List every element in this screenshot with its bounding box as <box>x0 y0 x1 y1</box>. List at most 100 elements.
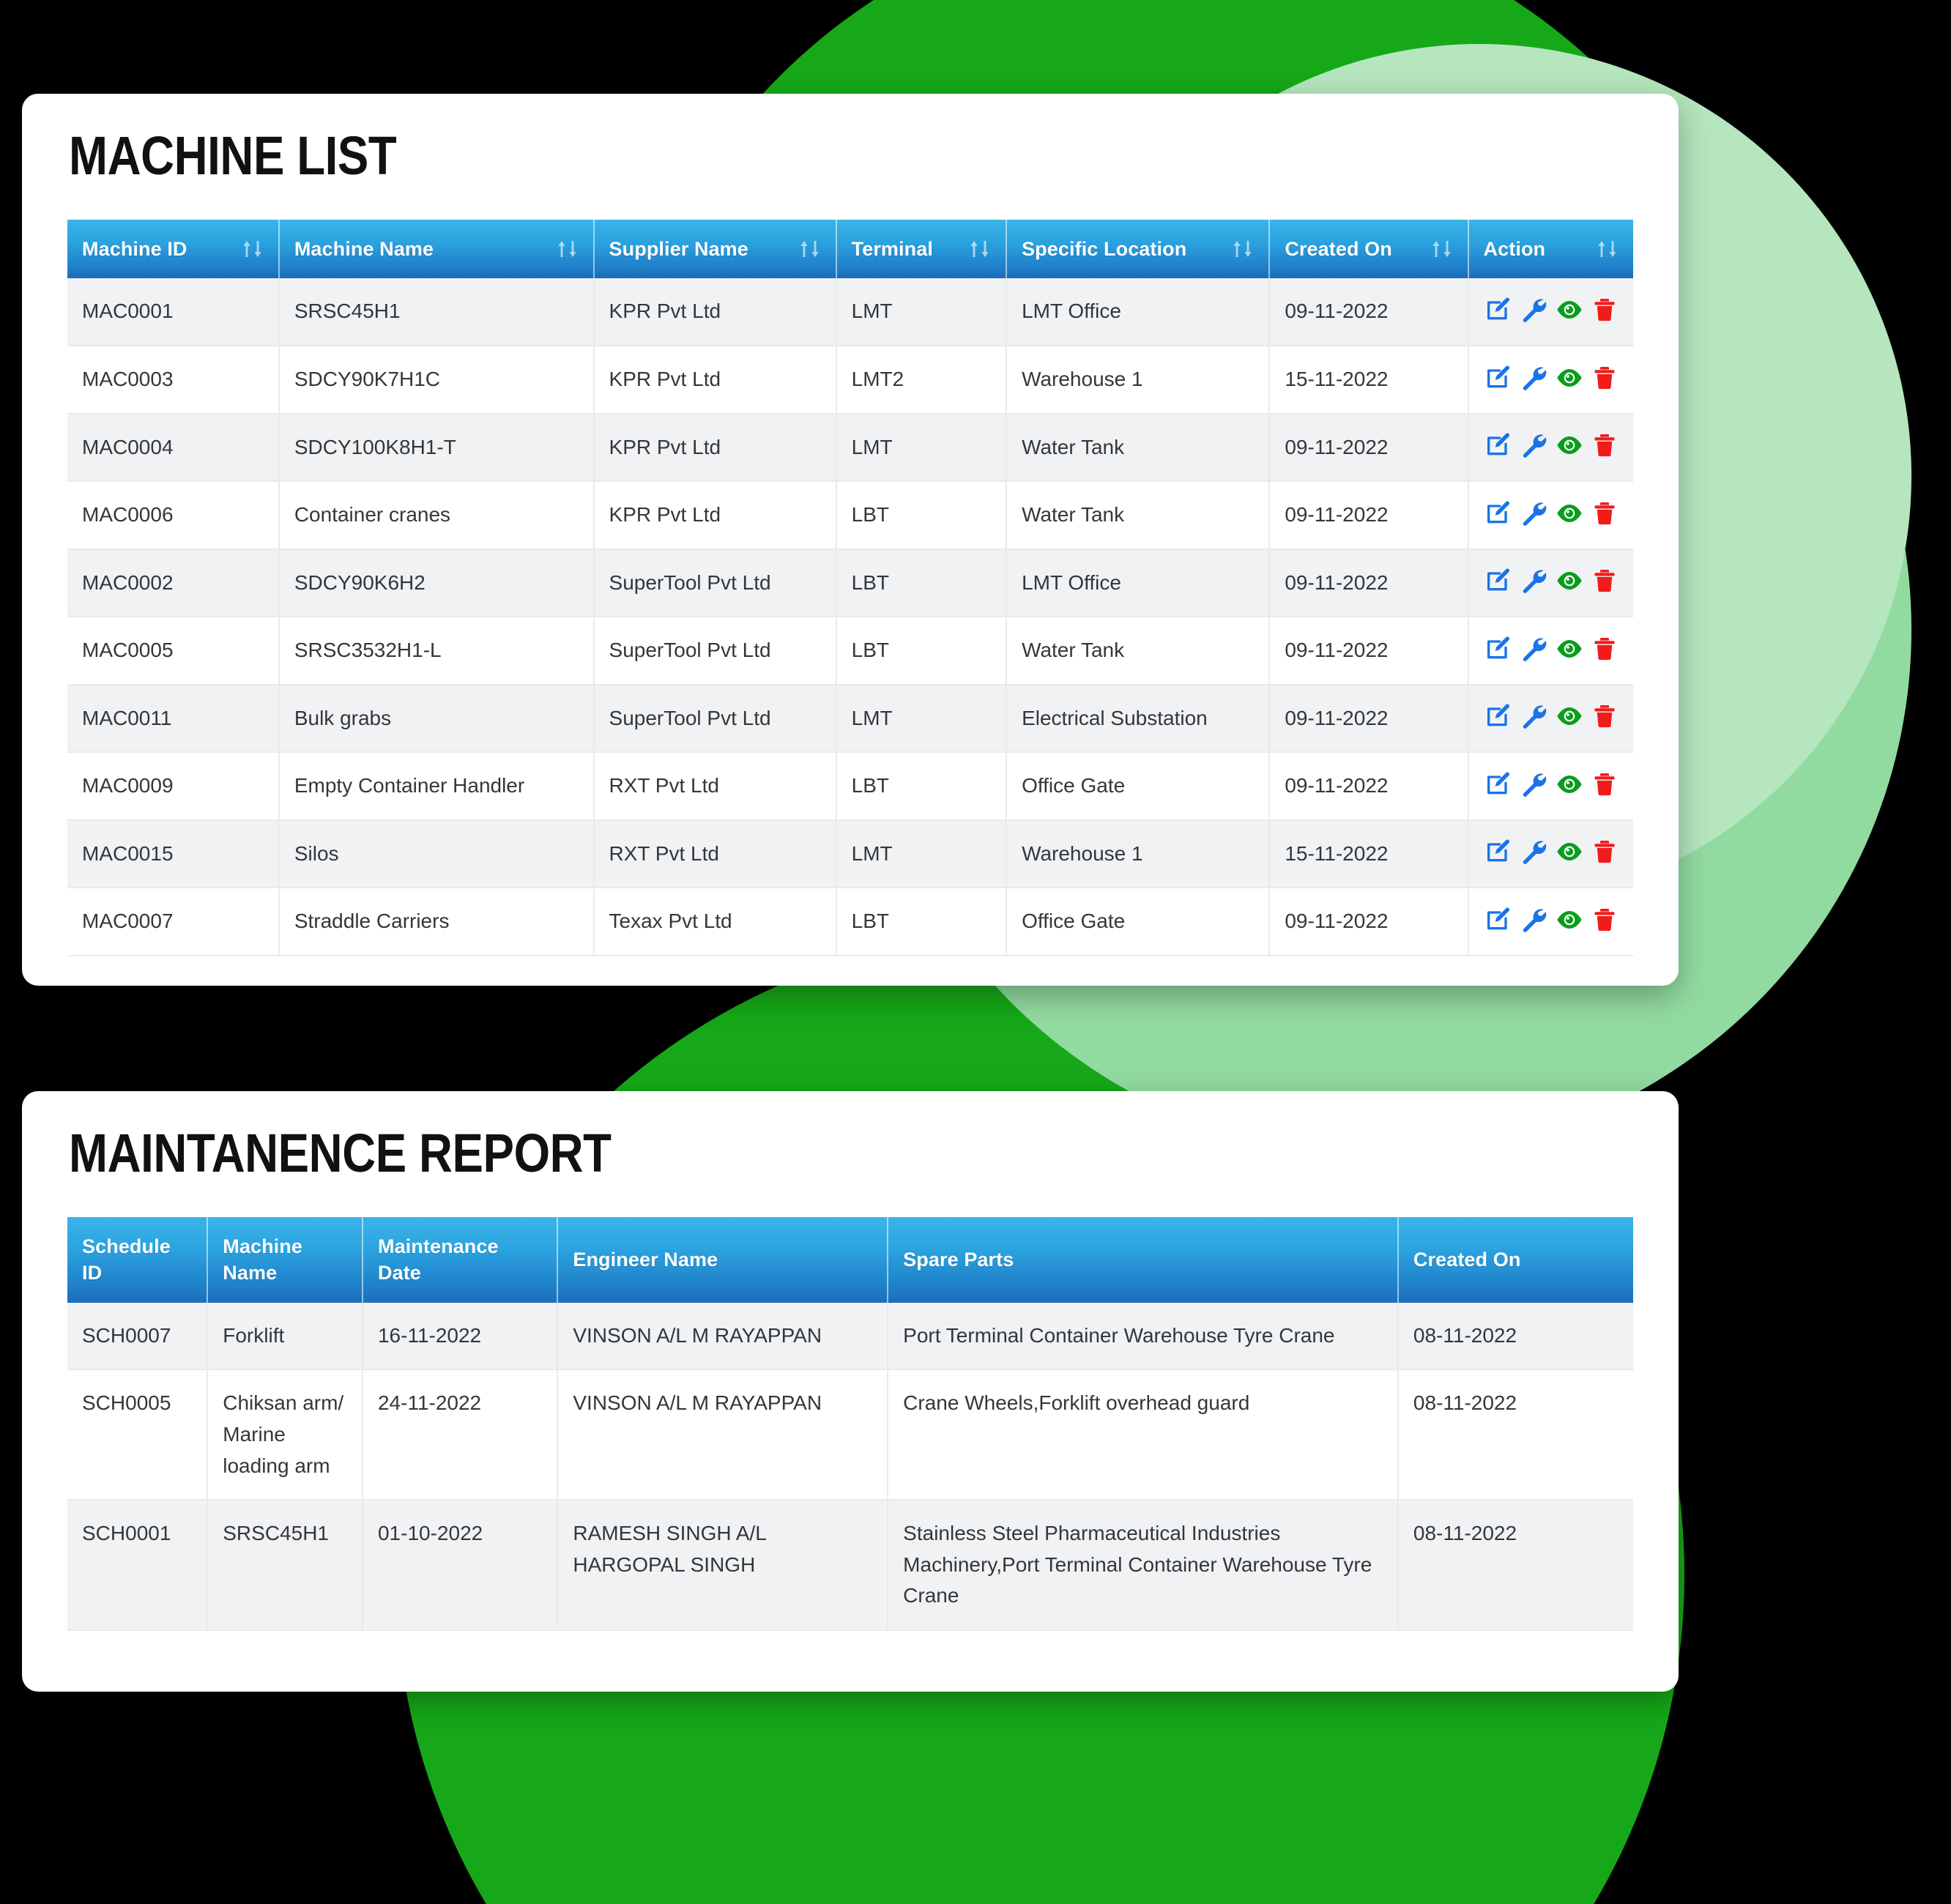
view-eye-icon[interactable] <box>1554 295 1585 324</box>
edit-icon[interactable] <box>1484 634 1513 663</box>
cell-actions <box>1468 481 1633 550</box>
cell-machine-name: SRSC3532H1-L <box>278 617 595 685</box>
cell-schedule-id: SCH0007 <box>67 1302 209 1371</box>
view-eye-icon[interactable] <box>1554 770 1585 799</box>
delete-trash-icon[interactable] <box>1591 634 1618 663</box>
delete-trash-icon[interactable] <box>1591 363 1618 393</box>
cell-terminal: LMT <box>836 819 1008 889</box>
cell-machine-id: MAC0005 <box>67 617 280 685</box>
edit-icon[interactable] <box>1484 837 1513 866</box>
maintenance-report-title: MAINTANENCE REPORT <box>69 1123 612 1183</box>
cell-supplier-name: KPR Pvt Ltd <box>593 481 837 550</box>
wrench-icon[interactable] <box>1520 837 1547 866</box>
sort-toggle-icon[interactable] <box>967 238 992 260</box>
sort-toggle-icon[interactable] <box>798 238 822 260</box>
wrench-icon[interactable] <box>1520 295 1547 324</box>
cell-actions <box>1468 819 1633 889</box>
column-header-label: Supplier Name <box>609 238 748 260</box>
edit-icon[interactable] <box>1484 499 1513 528</box>
cell-supplier-name: RXT Pvt Ltd <box>593 752 837 821</box>
delete-trash-icon[interactable] <box>1591 702 1618 731</box>
maintenance-report-row: SCH0001 SRSC45H1 01-10-2022 RAMESH SINGH A/… <box>67 1500 1633 1631</box>
wrench-icon[interactable] <box>1520 634 1547 663</box>
delete-trash-icon[interactable] <box>1591 770 1618 799</box>
sort-toggle-icon[interactable] <box>1595 238 1620 260</box>
edit-icon[interactable] <box>1484 905 1513 934</box>
cell-created-on: 15-11-2022 <box>1269 819 1469 889</box>
cell-specific-location: LMT Office <box>1006 278 1271 346</box>
delete-trash-icon[interactable] <box>1591 566 1618 595</box>
delete-trash-icon[interactable] <box>1591 837 1618 866</box>
machine-list-row: MAC0006 Container cranes KPR Pvt Ltd LBT Wat… <box>67 481 1633 550</box>
delete-trash-icon[interactable] <box>1591 431 1618 460</box>
view-eye-icon[interactable] <box>1554 905 1585 934</box>
cell-machine-id: MAC0006 <box>67 481 280 550</box>
wrench-icon[interactable] <box>1520 431 1547 460</box>
machine-list-row: MAC0007 Straddle Carriers Texax Pvt Ltd LBT… <box>67 888 1633 956</box>
maintenance-report-col-created-on[interactable]: Created On <box>1397 1217 1633 1303</box>
column-header-label: Machine Name <box>223 1235 302 1284</box>
cell-machine-name: SRSC45H1 <box>278 278 595 346</box>
cell-supplier-name: SuperTool Pvt Ltd <box>593 684 837 754</box>
cell-machine-name: SDCY90K6H2 <box>278 548 595 618</box>
cell-machine-name: Empty Container Handler <box>278 752 595 821</box>
maintenance-report-col-engineer-name[interactable]: Engineer Name <box>557 1217 889 1303</box>
machine-list-col-supplier-name[interactable]: Supplier Name <box>593 220 837 279</box>
machine-list-card: MACHINE LIST Machine ID Machine Name Suppl… <box>22 94 1679 986</box>
wrench-icon[interactable] <box>1520 566 1547 595</box>
cell-created-on: 09-11-2022 <box>1269 684 1469 754</box>
edit-icon[interactable] <box>1484 770 1513 799</box>
maintenance-report-col-machine-name[interactable]: Machine Name <box>207 1217 363 1303</box>
wrench-icon[interactable] <box>1520 770 1547 799</box>
cell-specific-location: Water Tank <box>1006 413 1271 483</box>
cell-spare-parts: Stainless Steel Pharmaceutical Industrie… <box>888 1500 1399 1631</box>
sort-toggle-icon[interactable] <box>1430 238 1454 260</box>
sort-toggle-icon[interactable] <box>555 238 580 260</box>
edit-icon[interactable] <box>1484 363 1513 393</box>
machine-list-col-machine-name[interactable]: Machine Name <box>278 220 595 279</box>
machine-list-col-machine-id[interactable]: Machine ID <box>67 220 280 279</box>
machine-list-col-created-on[interactable]: Created On <box>1269 220 1469 279</box>
cell-actions <box>1468 413 1633 483</box>
wrench-icon[interactable] <box>1520 702 1547 731</box>
edit-icon[interactable] <box>1484 431 1513 460</box>
sort-toggle-icon[interactable] <box>1230 238 1255 260</box>
sort-toggle-icon[interactable] <box>240 238 265 260</box>
view-eye-icon[interactable] <box>1554 634 1585 663</box>
edit-icon[interactable] <box>1484 295 1513 324</box>
view-eye-icon[interactable] <box>1554 566 1585 595</box>
view-eye-icon[interactable] <box>1554 363 1585 393</box>
cell-supplier-name: KPR Pvt Ltd <box>593 345 837 414</box>
cell-specific-location: Office Gate <box>1006 888 1271 956</box>
view-eye-icon[interactable] <box>1554 837 1585 866</box>
machine-list-table-head: Machine ID Machine Name Supplier Name Termi… <box>67 220 1633 279</box>
cell-machine-name: SDCY90K7H1C <box>278 345 595 414</box>
delete-trash-icon[interactable] <box>1591 499 1618 528</box>
delete-trash-icon[interactable] <box>1591 295 1618 324</box>
machine-list-col-action[interactable]: Action <box>1468 220 1633 279</box>
edit-icon[interactable] <box>1484 702 1513 731</box>
maintenance-report-col-maintenance-date[interactable]: Maintenance Date <box>362 1217 559 1303</box>
maintenance-report-col-spare-parts[interactable]: Spare Parts <box>888 1217 1399 1303</box>
cell-actions <box>1468 752 1633 821</box>
machine-list-col-terminal[interactable]: Terminal <box>836 220 1008 279</box>
maintenance-report-card: MAINTANENCE REPORT Schedule ID Machine Na… <box>22 1091 1679 1692</box>
cell-machine-id: MAC0002 <box>67 548 280 618</box>
wrench-icon[interactable] <box>1520 905 1547 934</box>
delete-trash-icon[interactable] <box>1591 905 1618 934</box>
view-eye-icon[interactable] <box>1554 499 1585 528</box>
edit-icon[interactable] <box>1484 566 1513 595</box>
cell-schedule-id: SCH0001 <box>67 1500 209 1631</box>
machine-list-col-specific-location[interactable]: Specific Location <box>1006 220 1271 279</box>
maintenance-report-col-schedule-id[interactable]: Schedule ID <box>67 1217 209 1303</box>
view-eye-icon[interactable] <box>1554 702 1585 731</box>
cell-terminal: LBT <box>836 752 1008 821</box>
wrench-icon[interactable] <box>1520 363 1547 393</box>
column-header-label: Machine ID <box>82 238 187 260</box>
cell-machine-id: MAC0004 <box>67 413 280 483</box>
maintenance-report-table-body: SCH0007 Forklift 16-11-2022 VINSON A/L M RA… <box>67 1302 1633 1631</box>
cell-supplier-name: KPR Pvt Ltd <box>593 413 837 483</box>
view-eye-icon[interactable] <box>1554 431 1585 460</box>
wrench-icon[interactable] <box>1520 499 1547 528</box>
cell-actions <box>1468 684 1633 754</box>
